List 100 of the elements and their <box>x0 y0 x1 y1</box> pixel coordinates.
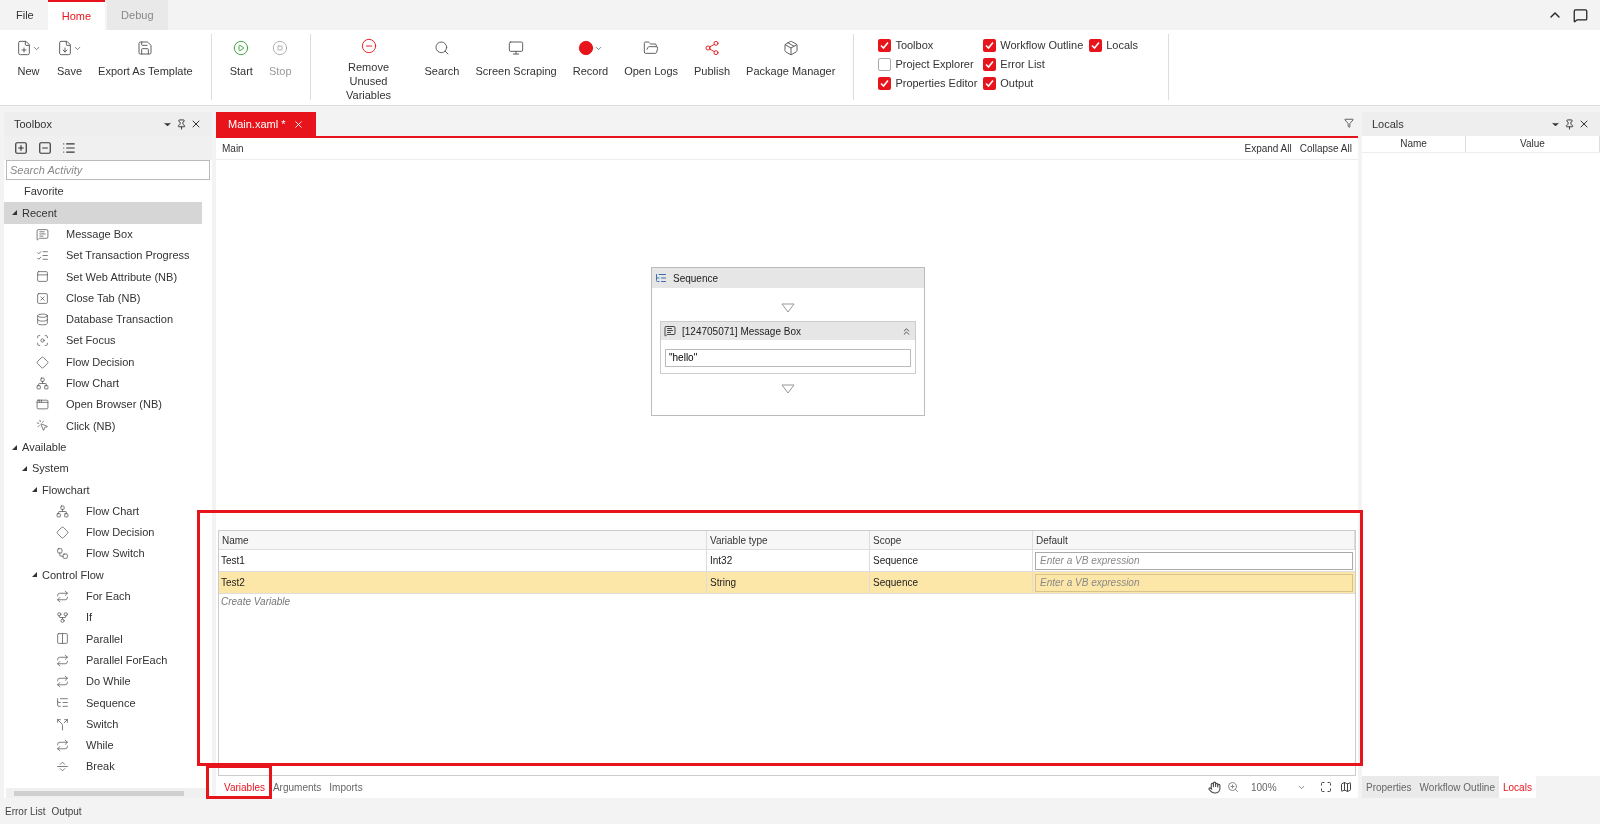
activity-item[interactable]: Flow Chart <box>4 500 202 522</box>
ribbon-button[interactable]: Search <box>416 34 468 100</box>
activity-item[interactable]: Switch <box>4 713 202 735</box>
panel-checkbox[interactable]: Output <box>983 74 1084 93</box>
expand-all-icon[interactable] <box>14 141 28 155</box>
panel-tab[interactable]: Locals <box>1499 776 1536 798</box>
ribbon-button[interactable]: Save <box>49 34 91 100</box>
ribbon-button[interactable]: New <box>8 34 49 100</box>
panel-tab[interactable]: Workflow Outline <box>1415 776 1499 798</box>
default-field[interactable]: Enter a VB expression <box>1035 551 1353 570</box>
expanded-arrow-icon[interactable] <box>12 444 17 450</box>
designer-link[interactable]: Collapse All <box>1299 141 1352 156</box>
activity-item[interactable]: Flow Decision <box>4 521 202 544</box>
bottom-tab[interactable]: Output <box>48 803 85 819</box>
tab-menu-icon[interactable] <box>1344 118 1354 128</box>
activity-item[interactable]: Flow Decision <box>4 351 202 373</box>
ribbon-button[interactable]: Screen Scraping <box>467 34 565 100</box>
activity-item[interactable]: Parallel ForEach <box>4 649 202 671</box>
checkbox[interactable] <box>878 39 892 52</box>
pin-icon[interactable] <box>176 118 187 130</box>
zoom-level[interactable]: 100% <box>1251 779 1297 795</box>
activity-item[interactable]: Do While <box>4 670 202 693</box>
close-icon[interactable] <box>190 118 202 130</box>
sequence-container[interactable]: Sequence [124705071] Message Box "hello" <box>651 267 925 416</box>
panel-checkbox[interactable]: Toolbox <box>878 36 978 55</box>
activity-item[interactable]: If <box>4 606 202 629</box>
activity-item[interactable]: Click (NB) <box>4 415 202 437</box>
list-icon[interactable] <box>62 141 76 155</box>
search-field[interactable]: Search Activity <box>6 160 210 180</box>
menu-tab[interactable]: File <box>2 0 48 30</box>
checkbox[interactable] <box>983 77 997 90</box>
ribbon-button[interactable]: Start <box>221 34 261 100</box>
tree-category[interactable]: Recent <box>4 202 202 224</box>
activity-item[interactable]: Parallel <box>4 628 202 650</box>
activity-item[interactable]: Break <box>4 756 202 778</box>
collapse-all-icon[interactable] <box>38 141 52 155</box>
panel-checkbox[interactable]: Locals <box>1089 36 1139 55</box>
panel-checkbox[interactable]: Error List <box>983 55 1084 74</box>
pin-icon[interactable] <box>1564 118 1575 130</box>
horizontal-scrollbar[interactable] <box>6 788 210 798</box>
activity-item[interactable]: Open Browser (NB) <box>4 393 202 416</box>
ribbon-button[interactable]: Export As Template <box>90 34 201 100</box>
expanded-arrow-icon[interactable] <box>12 210 17 216</box>
designer-tab[interactable]: Imports <box>325 779 367 795</box>
activity-item[interactable]: Flow Chart <box>4 372 202 394</box>
expanded-arrow-icon[interactable] <box>22 466 27 471</box>
activity-item[interactable]: Close Tab (NB) <box>4 287 202 309</box>
tree-category[interactable]: Control Flow <box>4 564 202 586</box>
activity-item[interactable]: Set Focus <box>4 330 202 352</box>
checkbox[interactable] <box>878 58 892 71</box>
ribbon-button[interactable]: Publish <box>686 34 739 100</box>
message-field[interactable]: "hello" <box>665 348 911 367</box>
checkbox[interactable] <box>878 77 892 90</box>
tree-category[interactable]: System <box>4 457 202 480</box>
create-variable-row[interactable]: Create Variable <box>219 594 1355 608</box>
bottom-tab[interactable]: Error List <box>2 803 49 819</box>
overview-icon[interactable] <box>1340 781 1352 793</box>
designer-link[interactable]: Expand All <box>1244 141 1292 156</box>
activity-item[interactable]: Database Transaction <box>4 308 202 331</box>
activity-item[interactable]: Set Web Attribute (NB) <box>4 266 202 288</box>
activity-item[interactable]: Flow Switch <box>4 543 202 565</box>
activity-item[interactable]: Set Transaction Progress <box>4 244 202 267</box>
column-header[interactable]: Default <box>1033 531 1355 549</box>
document-tab[interactable]: Main.xaml * <box>216 112 317 136</box>
panel-tab[interactable]: Properties <box>1362 776 1416 798</box>
ribbon-button[interactable]: Record <box>564 34 617 100</box>
tree-category[interactable]: Flowchart <box>4 479 202 501</box>
tree-category[interactable]: Available <box>4 436 202 458</box>
checkbox[interactable] <box>983 58 997 71</box>
zoom-icon[interactable] <box>1227 781 1239 793</box>
column-header[interactable]: Scope <box>870 531 1033 549</box>
activity-item[interactable]: Message Box <box>4 223 202 245</box>
column-header[interactable]: Name <box>219 531 707 549</box>
ribbon-button[interactable]: Remove Unused Variables <box>320 34 417 100</box>
menu-tab[interactable]: Home <box>47 0 106 30</box>
variable-row[interactable]: Test1 Int32 Sequence Enter a VB expression <box>219 550 1355 572</box>
panel-checkbox[interactable]: Properties Editor <box>878 74 978 93</box>
column-header[interactable]: Name <box>1362 136 1466 152</box>
column-header[interactable]: Variable type <box>707 531 870 549</box>
variable-row[interactable]: Test2 String Sequence Enter a VB expression <box>219 572 1355 594</box>
column-header[interactable]: Value <box>1466 136 1600 152</box>
panel-checkbox[interactable]: Project Explorer <box>878 55 978 74</box>
close-icon[interactable] <box>1578 118 1590 130</box>
hand-icon[interactable] <box>1208 780 1221 794</box>
chat-icon[interactable] <box>1573 7 1588 23</box>
collapse-icon[interactable] <box>901 325 912 337</box>
ribbon-button[interactable]: Open Logs <box>616 34 686 100</box>
activity-item[interactable]: While <box>4 734 202 756</box>
panel-checkbox[interactable]: Workflow Outline <box>983 36 1084 55</box>
activity-item[interactable]: For Each <box>4 585 202 607</box>
expanded-arrow-icon[interactable] <box>32 487 37 493</box>
activity-card[interactable]: [124705071] Message Box "hello" <box>660 321 916 374</box>
ribbon-button[interactable]: Package Manager <box>738 34 844 100</box>
checkbox[interactable] <box>983 39 997 52</box>
designer-tab[interactable]: Variables <box>220 779 269 795</box>
default-field[interactable]: Enter a VB expression <box>1035 573 1353 592</box>
designer-tab[interactable]: Arguments <box>268 779 326 795</box>
checkbox[interactable] <box>1089 39 1103 52</box>
fit-screen-icon[interactable] <box>1320 781 1332 793</box>
activity-item[interactable]: Sequence <box>4 692 202 714</box>
